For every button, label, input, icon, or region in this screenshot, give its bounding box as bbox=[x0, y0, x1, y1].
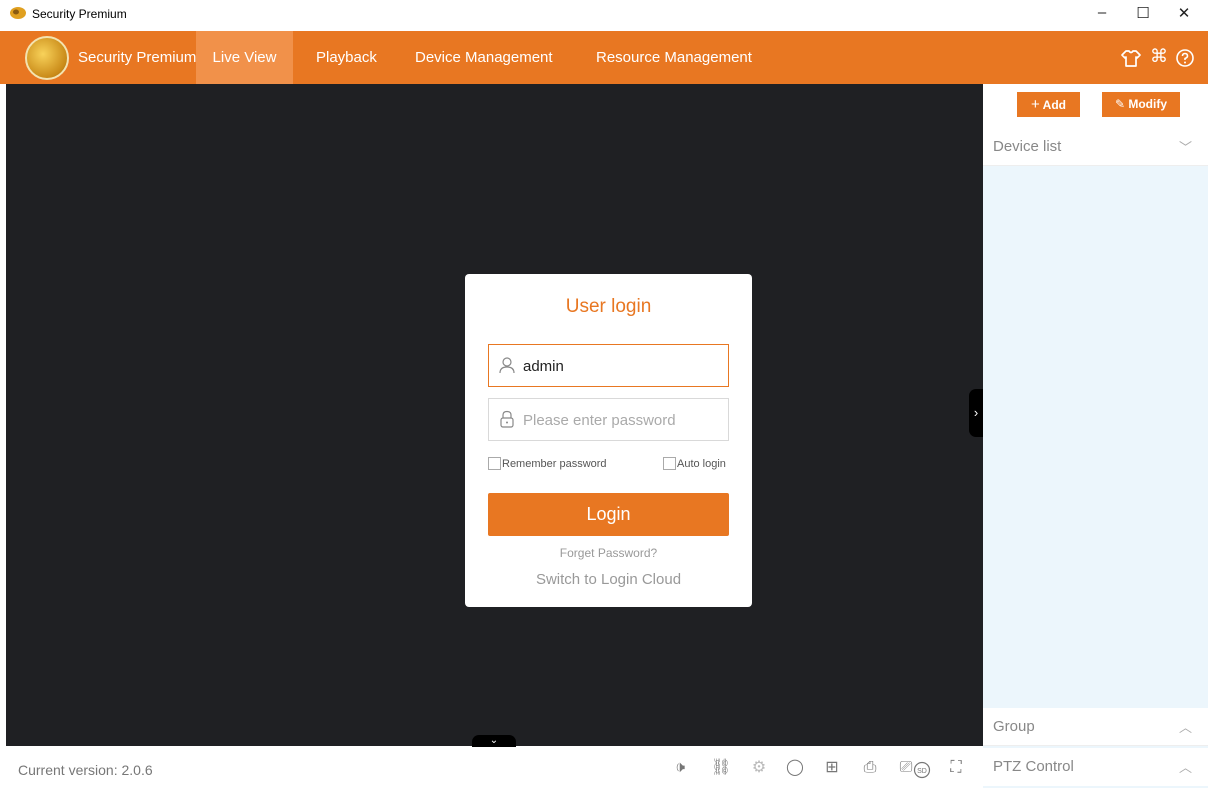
circle-icon[interactable]: ◯ bbox=[785, 759, 805, 777]
help-icon[interactable] bbox=[1174, 48, 1196, 68]
modify-button[interactable]: ✎ Modify bbox=[1102, 92, 1180, 117]
password-input[interactable] bbox=[523, 407, 723, 433]
password-field[interactable] bbox=[488, 398, 729, 441]
group-header[interactable]: Group ︿ bbox=[983, 708, 1208, 746]
app-logo-icon bbox=[10, 7, 26, 19]
chevron-down-icon: ﹀ bbox=[1178, 140, 1192, 155]
ptz-control-label: PTZ Control bbox=[993, 758, 1074, 775]
minimize-button[interactable]: – bbox=[1088, 4, 1116, 21]
login-heading: User login bbox=[565, 296, 652, 317]
status-bar: Current version: 2.0.6 🕩 ⛓ ⚙ ◯ ⊞ ⎙ ⎚ SD … bbox=[0, 747, 983, 787]
login-dialog: User login Remember password Auto login … bbox=[465, 274, 752, 607]
device-list-header[interactable]: Device list ﹀ bbox=[983, 128, 1208, 166]
main-navbar: Security Premium Live View Playback Devi… bbox=[0, 31, 1208, 84]
brand-logo bbox=[25, 36, 69, 80]
nav-device-management[interactable]: Device Management bbox=[415, 31, 553, 84]
grid-icon[interactable]: ⊞ bbox=[822, 759, 842, 777]
remember-checkbox-box[interactable] bbox=[488, 457, 501, 470]
device-list-area[interactable] bbox=[983, 166, 1208, 788]
device-list-label: Device list bbox=[993, 138, 1062, 155]
maximize-button[interactable]: ☐ bbox=[1129, 4, 1157, 22]
add-button[interactable]: + Add bbox=[1017, 92, 1080, 117]
nav-live-view[interactable]: Live View bbox=[196, 31, 293, 84]
edit-icon: ✎ bbox=[1114, 97, 1126, 111]
chevron-up-icon: ︿ bbox=[1178, 760, 1192, 775]
ptz-control-header[interactable]: PTZ Control ︿ bbox=[983, 748, 1208, 786]
plus-icon: + bbox=[1031, 96, 1040, 113]
nav-resource-management[interactable]: Resource Management bbox=[596, 31, 752, 84]
sd-icon[interactable]: SD bbox=[912, 761, 932, 779]
settings-icon[interactable]: ⚙ bbox=[749, 759, 769, 777]
toolbar-collapse-toggle[interactable]: ⌄ bbox=[472, 735, 516, 747]
auto-login-label: Auto login bbox=[677, 458, 726, 470]
panel-collapse-toggle[interactable]: › bbox=[969, 389, 983, 437]
fullscreen-icon[interactable]: ⛶ bbox=[946, 759, 966, 777]
volume-icon[interactable]: 🕩 bbox=[670, 759, 690, 777]
version-text: Current version: 2.0.6 bbox=[18, 762, 153, 778]
unlink-icon[interactable]: ⛓ bbox=[711, 759, 731, 777]
snapshot-icon[interactable]: ⎙ bbox=[860, 759, 880, 777]
auto-login-checkbox-box[interactable] bbox=[663, 457, 676, 470]
nav-playback[interactable]: Playback bbox=[316, 31, 377, 84]
username-input[interactable] bbox=[523, 353, 723, 379]
group-label: Group bbox=[993, 718, 1035, 735]
chevron-up-icon: ︿ bbox=[1178, 720, 1192, 735]
close-button[interactable]: ✕ bbox=[1170, 4, 1198, 22]
username-field[interactable] bbox=[488, 344, 729, 387]
window-titlebar: Security Premium – ☐ ✕ bbox=[0, 0, 1208, 30]
add-label: Add bbox=[1042, 98, 1066, 112]
user-icon bbox=[499, 357, 515, 374]
svg-text:SD: SD bbox=[917, 768, 927, 775]
command-icon[interactable]: ⌘ bbox=[1148, 46, 1170, 67]
remember-password-checkbox[interactable]: Remember password bbox=[488, 457, 607, 470]
forget-password-link[interactable]: Forget Password? bbox=[465, 546, 752, 560]
shirt-icon[interactable] bbox=[1120, 49, 1142, 67]
login-button[interactable]: Login bbox=[488, 493, 729, 536]
brand-name: Security Premium bbox=[78, 49, 197, 66]
lock-icon bbox=[500, 410, 514, 428]
right-panel: + Add ✎ Modify Device list ﹀ Group ︿ PTZ… bbox=[983, 84, 1208, 788]
auto-login-checkbox[interactable]: Auto login bbox=[663, 457, 726, 470]
modify-label: Modify bbox=[1128, 97, 1168, 111]
window-title: Security Premium bbox=[32, 7, 127, 21]
remember-label: Remember password bbox=[502, 458, 607, 470]
switch-login-cloud-link[interactable]: Switch to Login Cloud bbox=[465, 571, 752, 588]
